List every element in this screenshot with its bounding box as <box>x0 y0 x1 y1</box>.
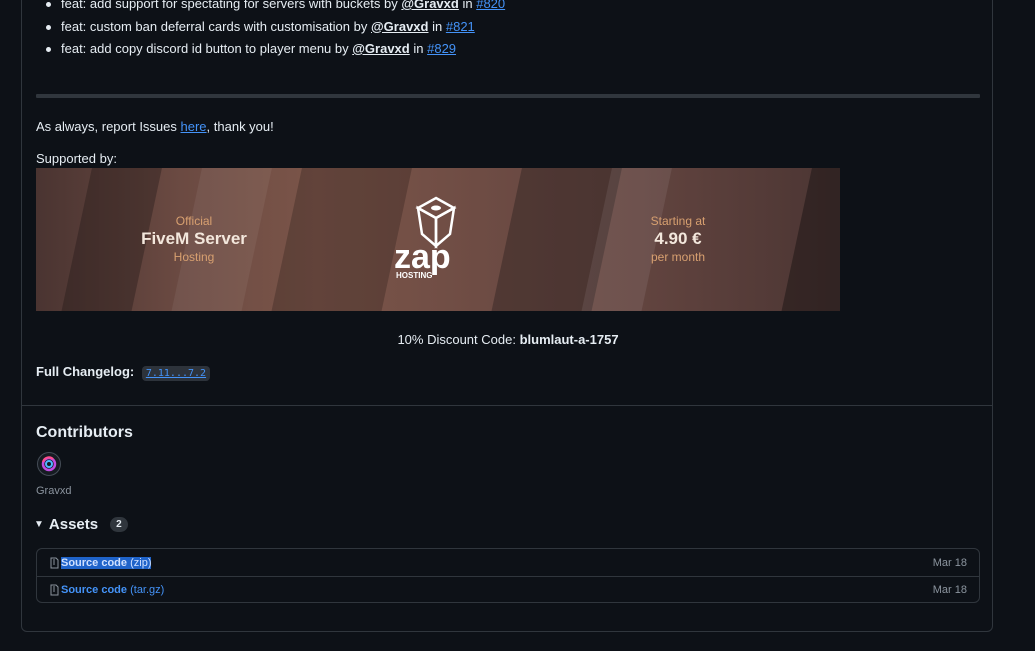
report-issues-link[interactable]: here <box>181 119 207 134</box>
svg-text:HOSTING: HOSTING <box>396 271 432 280</box>
discount-code-text: 10% Discount Code: blumlaut-a-1757 <box>397 332 619 347</box>
list-item: feat: custom ban deferral cards with cus… <box>36 16 505 39</box>
banner-left-text: Official FiveM Server Hosting <box>141 214 247 264</box>
asset-date: Mar 18 <box>932 556 967 569</box>
changelog-compare-link[interactable]: 7.11...7.2 <box>141 366 211 381</box>
sponsor-banner[interactable]: Official FiveM Server Hosting zap HOSTIN… <box>36 168 840 311</box>
horizontal-rule <box>36 94 980 98</box>
zap-hosting-logo-icon: zap HOSTING <box>394 196 457 280</box>
author-mention[interactable]: @Gravxd <box>401 0 458 11</box>
list-item: feat: add support for spectating for ser… <box>36 0 505 16</box>
assets-list: Source code (zip) Mar 18 Source code (ta… <box>36 548 980 603</box>
supported-by-label: Supported by: <box>36 151 117 166</box>
asset-row: Source code (zip) Mar 18 <box>37 549 979 576</box>
author-mention[interactable]: @Gravxd <box>352 41 409 56</box>
discount-code: blumlaut-a-1757 <box>519 332 619 347</box>
section-divider <box>22 405 992 406</box>
assets-heading: Assets <box>48 516 99 533</box>
asset-row: Source code (tar.gz) Mar 18 <box>37 576 979 603</box>
author-mention[interactable]: @Gravxd <box>371 19 428 34</box>
zap-hosting-logo: zap HOSTING <box>390 196 482 281</box>
file-zip-icon <box>50 584 59 596</box>
avatar[interactable] <box>37 452 61 476</box>
swirl-avatar-icon <box>41 456 57 472</box>
pr-link[interactable]: #821 <box>446 19 475 34</box>
banner-right-text: Starting at 4.90 € per month <box>650 214 706 264</box>
contributors-heading: Contributors <box>36 424 133 441</box>
asset-download-link[interactable]: Source code (tar.gz) <box>61 584 164 596</box>
report-issues-text: As always, report Issues here, thank you… <box>36 119 274 134</box>
release-notes-list: feat: add support for spectating for ser… <box>36 0 505 61</box>
asset-date: Mar 18 <box>932 584 967 596</box>
pr-link[interactable]: #820 <box>476 0 505 11</box>
release-card: feat: add support for spectating for ser… <box>21 0 993 632</box>
banner-stripe <box>777 168 840 311</box>
asset-download-link[interactable]: Source code (zip) <box>61 556 152 569</box>
pr-link[interactable]: #829 <box>427 41 456 56</box>
assets-toggle[interactable]: ▼ Assets 2 <box>34 516 128 533</box>
file-zip-icon <box>50 557 59 568</box>
assets-count-badge: 2 <box>110 517 128 532</box>
contributor-name[interactable]: Gravxd <box>36 485 71 497</box>
list-item: feat: add copy discord id button to play… <box>36 38 505 61</box>
full-changelog: Full Changelog: 7.11...7.2 <box>36 364 211 381</box>
triangle-down-icon: ▼ <box>34 519 44 530</box>
